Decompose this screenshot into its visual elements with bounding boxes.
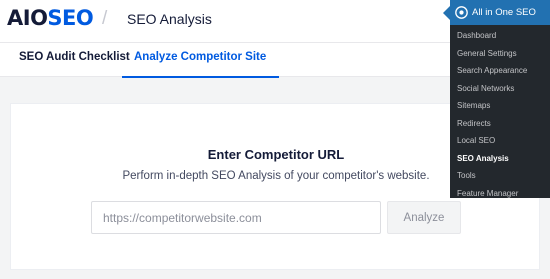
aioseo-logo[interactable]: AIOSEO	[7, 6, 94, 30]
logo-suffix: SEO	[47, 6, 94, 30]
active-tab-indicator	[122, 76, 280, 78]
analyze-button[interactable]: Analyze	[387, 201, 461, 234]
submenu-item-redirects[interactable]: Redirects	[450, 116, 550, 134]
submenu-item-seo-analysis[interactable]: SEO Analysis	[450, 151, 550, 169]
menu-pointer	[443, 6, 450, 20]
submenu-item-general-settings[interactable]: General Settings	[450, 46, 550, 64]
submenu-item-sitemaps[interactable]: Sitemaps	[450, 98, 550, 116]
logo-prefix: AIO	[7, 6, 48, 30]
submenu-title: All in One SEO	[472, 7, 536, 18]
tab-seo-audit-checklist[interactable]: SEO Audit Checklist	[19, 43, 130, 77]
tab-label: Analyze Competitor Site	[134, 51, 267, 63]
submenu-item-dashboard[interactable]: Dashboard	[450, 28, 550, 46]
submenu-item-tools[interactable]: Tools	[450, 168, 550, 186]
submenu-item-search-appearance[interactable]: Search Appearance	[450, 63, 550, 81]
submenu-header[interactable]: All in One SEO	[450, 0, 550, 25]
competitor-url-input[interactable]	[91, 201, 381, 234]
submenu-list: Dashboard General Settings Search Appear…	[450, 28, 550, 203]
submenu-item-local-seo[interactable]: Local SEO	[450, 133, 550, 151]
tab-analyze-competitor-site[interactable]: Analyze Competitor Site	[122, 43, 280, 78]
logo-text: AIOSEO	[7, 6, 94, 30]
submenu-item-feature-manager[interactable]: Feature Manager	[450, 186, 550, 204]
wp-admin-submenu: All in One SEO Dashboard General Setting…	[443, 0, 550, 198]
header-divider: /	[102, 8, 108, 29]
submenu-item-social-networks[interactable]: Social Networks	[450, 81, 550, 99]
aioseo-menu-icon	[455, 6, 468, 19]
page-title: SEO Analysis	[127, 11, 212, 27]
